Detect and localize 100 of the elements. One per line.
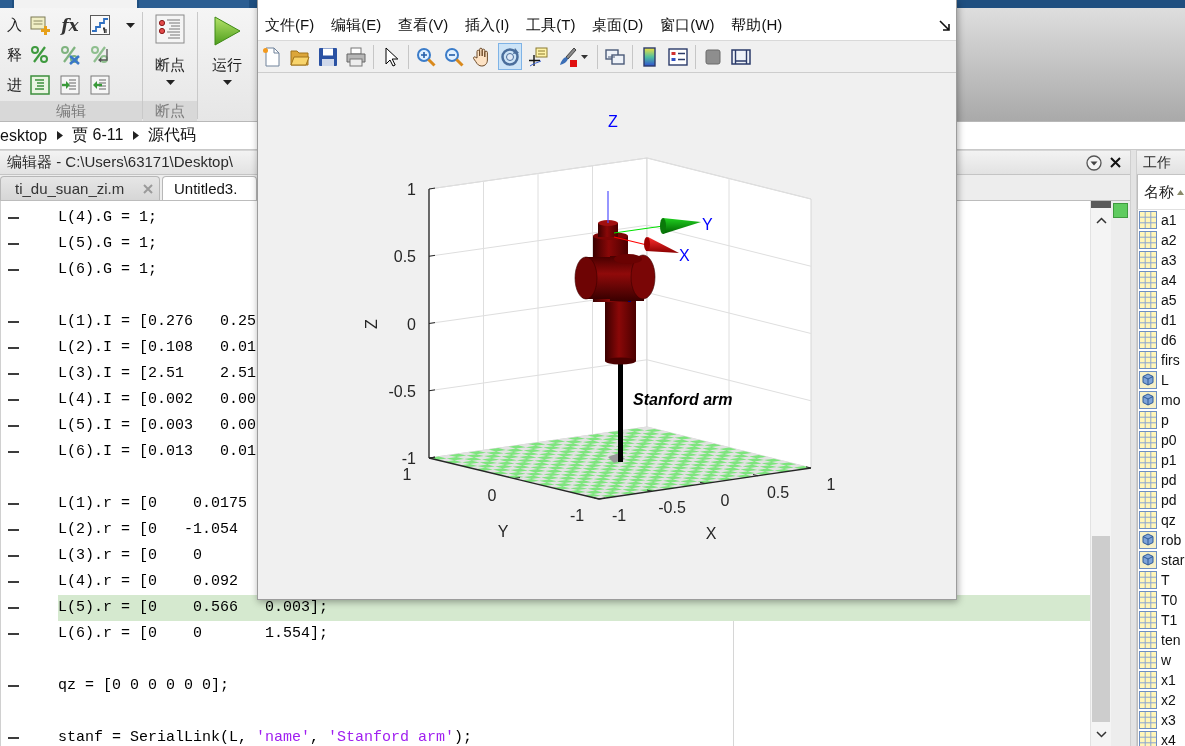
variable-name[interactable]: a4 <box>1161 272 1177 288</box>
variable-name[interactable]: pd <box>1161 472 1177 488</box>
variable-name[interactable]: a2 <box>1161 232 1177 248</box>
code-line: L(1).I = [0.276 0.25 <box>58 312 257 332</box>
caret-icon[interactable] <box>581 54 588 59</box>
menu-item[interactable]: 文件(F) <box>258 13 322 37</box>
cube-icon <box>1139 391 1157 409</box>
breadcrumb[interactable]: esktop <box>0 126 48 145</box>
variable-name[interactable]: p <box>1161 412 1169 428</box>
split-handle[interactable] <box>1091 201 1111 208</box>
variable-name[interactable]: x4 <box>1161 732 1176 746</box>
menu-item[interactable]: 帮助(H) <box>724 13 790 37</box>
code-line: L(2).I = [0.108 0.01 <box>58 338 257 358</box>
variable-name[interactable]: d6 <box>1161 332 1177 348</box>
caret-icon[interactable] <box>125 22 135 28</box>
caret-icon[interactable] <box>165 80 175 85</box>
staircase-icon[interactable] <box>90 15 110 35</box>
variable-name[interactable]: a5 <box>1161 292 1177 308</box>
variable-name[interactable]: p1 <box>1161 452 1177 468</box>
variable-name[interactable]: mo <box>1161 392 1181 408</box>
group-label: 断点 <box>143 101 197 121</box>
variable-name[interactable]: d1 <box>1161 312 1177 328</box>
tick-label: 1 <box>402 466 412 483</box>
tick-label: -0.5 <box>388 382 416 400</box>
panel-menu-icon[interactable] <box>1086 154 1102 171</box>
tick-label: -1 <box>611 507 627 524</box>
matrix-icon <box>1139 631 1157 649</box>
tick-label: -0.5 <box>658 499 686 517</box>
variable-name[interactable]: x3 <box>1161 712 1176 728</box>
variable-name[interactable]: x2 <box>1161 692 1176 708</box>
frame-x-arrow <box>613 236 679 253</box>
variable-name[interactable]: star <box>1161 552 1185 568</box>
axis-label: Z <box>363 319 380 329</box>
cube-icon <box>1139 371 1157 389</box>
menu-item[interactable]: 查看(V) <box>391 13 456 37</box>
indent-decrease-icon[interactable] <box>90 75 110 95</box>
brush-icon[interactable] <box>558 46 578 67</box>
caret-icon[interactable] <box>222 80 232 85</box>
variable-name[interactable]: p0 <box>1161 432 1177 448</box>
variable-name[interactable]: pd <box>1161 492 1177 508</box>
variable-name[interactable]: firs <box>1161 352 1180 368</box>
code-line: L(4).G = 1; <box>58 208 158 228</box>
column-header[interactable]: 名称 <box>1144 182 1174 202</box>
code-line: L(5).I = [0.003 0.00 <box>58 416 257 436</box>
variable-name[interactable]: x1 <box>1161 672 1176 688</box>
smart-indent-icon[interactable] <box>30 75 50 95</box>
breakpoints-button[interactable]: 断点 <box>155 14 185 85</box>
variable-name[interactable]: rob <box>1161 532 1182 548</box>
dock-arrow-icon[interactable] <box>939 19 950 31</box>
breadcrumb-arrow-icon[interactable] <box>133 131 140 140</box>
tick-label: 1 <box>407 181 416 198</box>
code-line: stanf = SerialLink(L, 'name', 'Stanford arm'); <box>58 728 473 746</box>
menu-item[interactable]: 编辑(E) <box>324 13 389 37</box>
row-label: 释 <box>7 45 22 65</box>
variable-name[interactable]: T <box>1161 572 1170 588</box>
wrap-comment-icon[interactable] <box>90 45 110 65</box>
run-button[interactable]: 运行 <box>212 16 242 85</box>
breadcrumb[interactable]: 源代码 <box>148 125 197 146</box>
uncomment-icon[interactable] <box>60 45 80 65</box>
matrix-icon <box>1139 671 1157 689</box>
breadcrumb-arrow-icon[interactable] <box>57 131 64 140</box>
menu-item[interactable]: 插入(I) <box>458 13 517 37</box>
variable-name[interactable]: a3 <box>1161 252 1177 268</box>
breadcrumb[interactable]: 贾 6-11 <box>72 125 124 146</box>
editor-tab[interactable]: Untitled3. <box>162 176 257 200</box>
group-label: 编辑 <box>0 101 142 121</box>
chevron-up-icon[interactable] <box>1095 216 1107 224</box>
frame-z-line <box>607 190 609 224</box>
matrix-icon <box>1139 611 1157 629</box>
close-icon[interactable] <box>1110 157 1121 168</box>
variable-name[interactable]: qz <box>1161 512 1176 528</box>
panel-title: 编辑器 - C:\Users\63171\Desktop\ <box>7 153 233 172</box>
matrix-icon <box>1139 491 1157 509</box>
indent-increase-icon[interactable] <box>60 75 80 95</box>
editor-tab[interactable]: ti_du_suan_zi.m <box>0 176 160 200</box>
matrix-icon <box>1139 591 1157 609</box>
variable-name[interactable]: T0 <box>1161 592 1178 608</box>
chevron-down-icon[interactable] <box>1095 730 1107 738</box>
matrix-icon <box>1139 431 1157 449</box>
matrix-icon <box>1139 311 1157 329</box>
function-button[interactable]: fx <box>61 15 79 35</box>
menu-item[interactable]: 工具(T) <box>519 13 583 37</box>
variable-name[interactable]: ten <box>1161 632 1181 648</box>
matrix-icon <box>1139 291 1157 309</box>
menu-item[interactable]: 窗口(W) <box>653 13 722 37</box>
matrix-icon <box>1139 331 1157 349</box>
menu-item[interactable]: 桌面(D) <box>585 13 651 37</box>
code-line: L(6).G = 1; <box>58 260 158 280</box>
variable-name[interactable]: w <box>1161 652 1172 668</box>
tick-label: -1 <box>569 507 585 524</box>
tick-label: 0 <box>407 315 416 333</box>
matrix-icon <box>1139 251 1157 269</box>
tick-label: 0 <box>720 491 730 509</box>
variable-name[interactable]: a1 <box>1161 212 1177 228</box>
sort-up-icon[interactable] <box>1177 189 1184 195</box>
breakpoint-icon <box>155 14 185 44</box>
scrollbar-thumb[interactable] <box>1092 536 1110 722</box>
percent-icon[interactable] <box>30 45 50 65</box>
variable-name[interactable]: L <box>1161 372 1169 388</box>
variable-name[interactable]: T1 <box>1161 612 1178 628</box>
